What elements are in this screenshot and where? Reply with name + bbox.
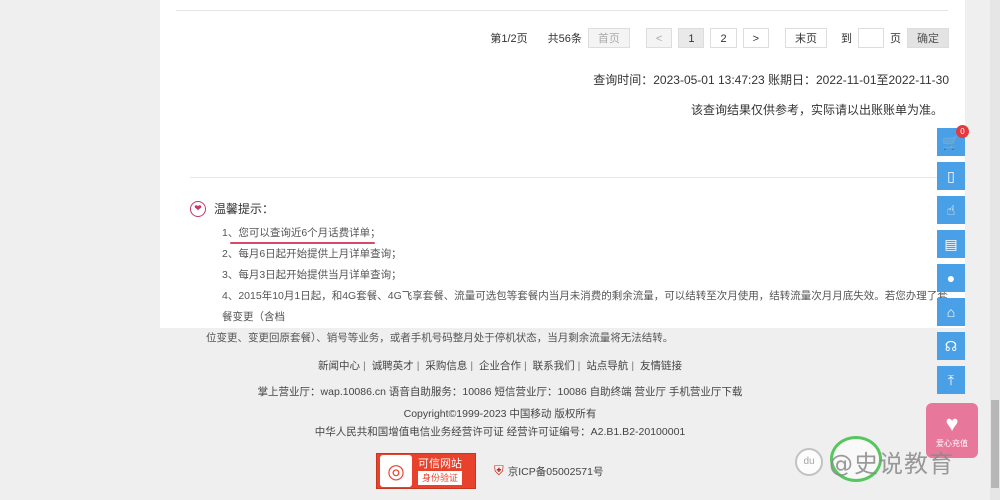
prev-page-button[interactable]: <	[645, 28, 673, 48]
confirm-button[interactable]: 确定	[907, 28, 949, 48]
first-page-button[interactable]: 首页	[587, 28, 630, 48]
footer-links: 新闻中心 | 诚聘英才 | 采购信息 | 企业合作 | 联系我们 | 站点导航 | 友情链接	[318, 360, 682, 372]
tips-section: ❤ 温馨提示： 1、您可以查询近6个月话费详单； 2、每月6日起开始提供上月详单…	[190, 200, 950, 349]
tip-item: 位变更、变更回原套餐）、销号等业务，或者手机号码整月处于停机状态，当月剩余流量将…	[206, 332, 674, 344]
footer-link-friends[interactable]: 友情链接	[640, 360, 682, 372]
icp-text: 京ICP备05002571号	[507, 465, 604, 478]
watermark-logo: du	[795, 447, 823, 476]
main-panel: 第1/2页 共56条 首页 < 1 2 > 末页 到 页 确定 查询时间：202…	[160, 0, 965, 344]
back-to-top-icon[interactable]: ⤒	[937, 366, 965, 394]
footer-link-cooperation[interactable]: 企业合作	[479, 360, 521, 372]
footer-link-sitemap[interactable]: 站点导航	[586, 360, 628, 372]
police-badge-icon: ⛨	[494, 463, 504, 478]
tips-list: 1、您可以查询近6个月话费详单； 2、每月6日起开始提供上月详单查询； 3、每月…	[206, 223, 950, 349]
next-page-button[interactable]: >	[742, 28, 769, 48]
watermark: du @史说教育	[795, 444, 954, 479]
footer-link-contact[interactable]: 联系我们	[533, 360, 575, 372]
hand-icon[interactable]: ☝	[937, 196, 965, 224]
footer-link-news[interactable]: 新闻中心	[318, 360, 360, 372]
page-info: 第1/2页	[490, 33, 528, 45]
scrollbar-thumb[interactable]	[991, 400, 999, 488]
heart-icon: ♥	[945, 411, 959, 436]
heart-icon: ❤	[190, 200, 206, 217]
floating-sidebar: 🛒 0 ▯ ☝ ▤ ● ⌂ ☊ ⤒	[937, 125, 969, 400]
badge-title: 可信网站	[418, 458, 462, 470]
pagination: 第1/2页 共56条 首页 < 1 2 > 末页 到 页 确定	[490, 28, 949, 48]
goto-page-input[interactable]	[858, 28, 884, 48]
page-unit: 页	[890, 33, 901, 45]
scrollbar[interactable]	[990, 0, 1000, 500]
page-2-button[interactable]: 2	[710, 28, 737, 48]
sim-card-icon[interactable]: ▤	[937, 230, 965, 258]
trusted-site-badge[interactable]: ◎ 可信网站 身份验证	[376, 453, 476, 489]
trusted-site-logo-icon: ◎	[380, 455, 412, 487]
total-info: 共56条	[547, 33, 582, 45]
home-icon[interactable]: ⌂	[937, 298, 965, 326]
tip-item: 2、每月6日起开始提供上月详单查询；	[222, 248, 402, 260]
phone-icon[interactable]: ▯	[937, 162, 965, 190]
tip-item: 4、2015年10月1日起，和4G套餐、4G飞享套餐、流量可选包等套餐内当月未消…	[222, 290, 948, 323]
page-1-button[interactable]: 1	[678, 28, 705, 48]
headset-icon[interactable]: ☊	[937, 332, 965, 360]
tip-item: 1、您可以查询近6个月话费详单；	[222, 223, 950, 244]
cart-icon[interactable]: 🛒 0	[937, 125, 969, 156]
watermark-text: @史说教育	[829, 450, 954, 478]
footer-link-careers[interactable]: 诚聘英才	[372, 360, 414, 372]
divider	[176, 10, 948, 11]
tip-item: 3、每月3日起开始提供当月详单查询；	[222, 269, 402, 281]
tips-title: 温馨提示：	[214, 202, 275, 216]
icp-record[interactable]: ⛨ 京ICP备05002571号	[494, 463, 604, 479]
copyright: Copyright©1999-2023 中国移动 版权所有	[403, 408, 597, 420]
disclaimer: 该查询结果仅供参考，实际请以出账账单为准。	[690, 103, 943, 117]
user-icon[interactable]: ●	[937, 264, 965, 292]
footer-link-procurement[interactable]: 采购信息	[425, 360, 467, 372]
tips-title-row: ❤ 温馨提示：	[190, 200, 950, 217]
last-page-button[interactable]: 末页	[785, 28, 827, 48]
divider	[190, 177, 950, 178]
badge-subtitle: 身份验证	[418, 471, 462, 485]
cart-count-badge: 0	[956, 125, 969, 138]
goto-label: 到	[841, 33, 852, 45]
service-line: 掌上营业厅：wap.10086.cn 语音自助服务：10086 短信营业厅：10…	[257, 386, 743, 398]
query-time: 查询时间：2023-05-01 13:47:23 账期日：2022-11-01至…	[593, 73, 949, 87]
